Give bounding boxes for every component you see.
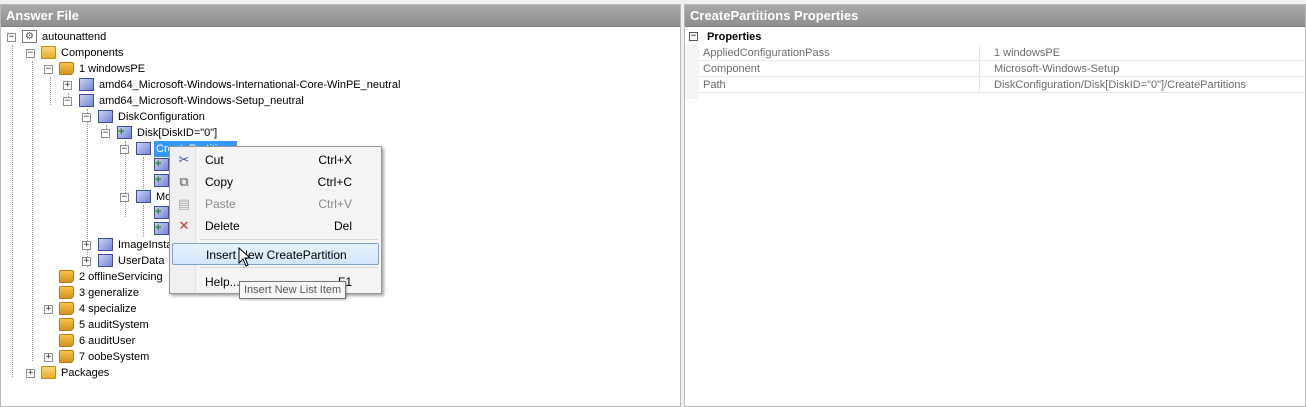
menu-item-insert-new-createpartition[interactable]: Insert New CreatePartition <box>172 243 379 265</box>
collapse-icon[interactable]: − <box>689 32 698 41</box>
delete-icon: ✕ <box>178 218 190 233</box>
copy-icon: ⧉ <box>179 174 189 189</box>
expand-icon[interactable]: + <box>63 81 72 90</box>
collapse-icon[interactable]: − <box>44 65 53 74</box>
pass-icon <box>59 318 74 331</box>
pass-icon <box>59 334 74 347</box>
context-menu[interactable]: ✂ Cut Ctrl+X ⧉ Copy Ctrl+C ▤ Paste Ctrl+… <box>169 146 382 294</box>
pass-icon <box>59 270 74 283</box>
collapse-icon[interactable]: − <box>82 113 91 122</box>
property-row[interactable]: AppliedConfigurationPass 1 windowsPE <box>699 45 1305 61</box>
folder-icon <box>41 46 56 59</box>
menu-item-delete[interactable]: ✕ Delete Del <box>172 215 379 237</box>
properties-section[interactable]: − Properties <box>685 29 1305 45</box>
component-icon <box>136 190 151 203</box>
collapse-icon[interactable]: − <box>7 33 16 42</box>
answer-file-header: Answer File <box>1 5 680 27</box>
menu-separator <box>200 267 378 268</box>
collapse-icon[interactable]: − <box>101 129 110 138</box>
expand-icon[interactable]: + <box>26 369 35 378</box>
menu-item-copy[interactable]: ⧉ Copy Ctrl+C <box>172 171 379 193</box>
expand-icon[interactable]: + <box>82 241 91 250</box>
scissors-icon: ✂ <box>178 152 190 167</box>
component-icon <box>136 142 151 155</box>
expand-icon[interactable]: + <box>82 257 91 266</box>
pass-icon <box>59 62 74 75</box>
list-item-icon <box>154 204 169 220</box>
expand-icon[interactable]: + <box>44 353 53 362</box>
menu-item-cut[interactable]: ✂ Cut Ctrl+X <box>172 149 379 171</box>
properties-pane: CreatePartitions Properties − Properties… <box>684 4 1306 407</box>
answer-file-icon <box>22 29 37 45</box>
menu-item-paste[interactable]: ▤ Paste Ctrl+V <box>172 193 379 215</box>
mouse-cursor-icon <box>238 247 252 267</box>
paste-icon: ▤ <box>177 196 191 211</box>
property-row[interactable]: Component Microsoft-Windows-Setup <box>699 61 1305 77</box>
collapse-icon[interactable]: − <box>63 97 72 106</box>
list-item-icon <box>154 172 169 188</box>
pass-icon <box>59 286 74 299</box>
component-icon <box>79 94 94 107</box>
collapse-icon[interactable]: − <box>120 193 129 202</box>
list-item-icon <box>117 124 132 140</box>
pass-icon <box>59 350 74 363</box>
component-icon <box>98 110 113 123</box>
pass-icon <box>59 302 74 315</box>
property-row[interactable]: Path DiskConfiguration/Disk[DiskID="0"]/… <box>699 77 1305 93</box>
tooltip: Insert New List Item <box>239 281 347 299</box>
component-icon <box>98 254 113 267</box>
expand-icon[interactable]: + <box>44 305 53 314</box>
properties-header: CreatePartitions Properties <box>685 5 1305 27</box>
component-icon <box>79 78 94 91</box>
menu-separator <box>200 239 378 240</box>
list-item-icon <box>154 156 169 172</box>
collapse-icon[interactable]: − <box>120 145 129 154</box>
collapse-icon[interactable]: − <box>26 49 35 58</box>
folder-icon <box>41 366 56 379</box>
list-item-icon <box>154 220 169 236</box>
component-icon <box>98 238 113 251</box>
